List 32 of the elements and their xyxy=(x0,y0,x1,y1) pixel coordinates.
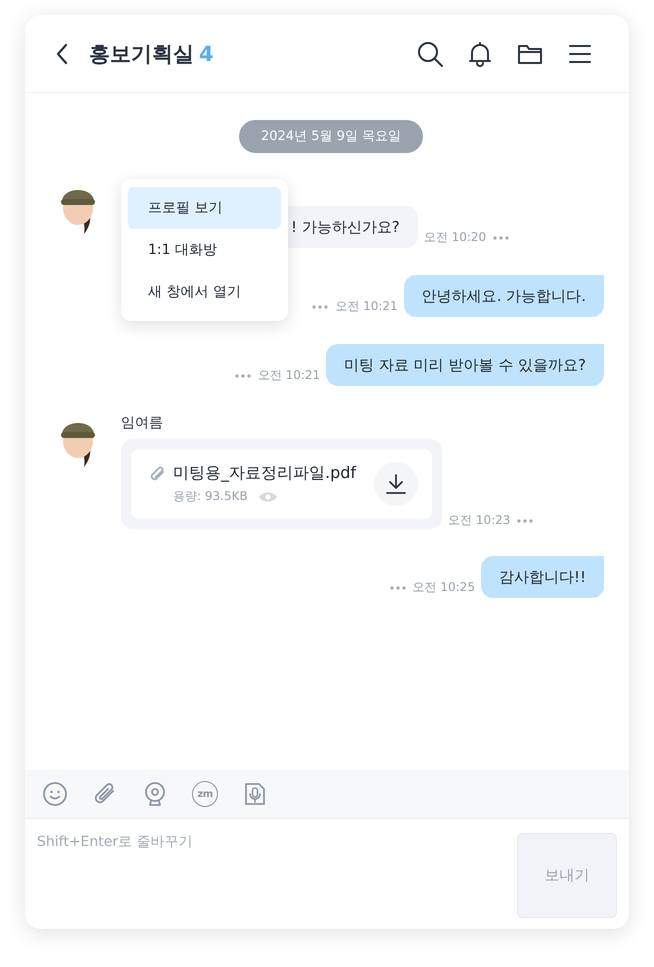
search-icon[interactable] xyxy=(416,40,444,68)
menu-item[interactable]: 프로필 보기 xyxy=(128,187,281,229)
webcam-icon[interactable] xyxy=(142,781,168,807)
message-bubble: 감사합니다!! xyxy=(480,556,604,598)
bell-icon[interactable] xyxy=(466,40,494,68)
menu-item[interactable]: 새 창에서 열기 xyxy=(128,271,281,313)
preview-icon[interactable] xyxy=(258,490,278,502)
more-icon[interactable] xyxy=(311,304,330,310)
more-icon[interactable] xyxy=(492,235,510,241)
sender-name: 임여름 xyxy=(121,414,164,433)
message-input[interactable]: Shift+Enter로 줄바꾸기 xyxy=(37,833,507,917)
member-count: 4 xyxy=(199,42,214,66)
message-time: 오전 10:23 xyxy=(448,512,510,529)
message-time: 오전 10:20 xyxy=(424,229,486,246)
message-bubble: 미팅 자료 미리 받아볼 수 있을까요? xyxy=(326,344,604,386)
message-time: 오전 10:25 xyxy=(412,579,475,596)
message-time: 오전 10:21 xyxy=(335,298,398,315)
download-button[interactable] xyxy=(374,462,418,506)
download-icon[interactable] xyxy=(384,472,408,496)
file-attachment[interactable]: 미팅용_자료정리파일.pdf 용량: 93.5KB xyxy=(131,449,432,519)
file-name: 미팅용_자료정리파일.pdf xyxy=(173,463,356,484)
more-icon[interactable] xyxy=(234,373,252,379)
message-time: 오전 10:21 xyxy=(258,367,320,384)
message-bubble: 안녕하세요. 가능합니다. xyxy=(404,275,604,317)
more-icon[interactable] xyxy=(516,518,534,524)
date-divider: 2024년 5월 9일 목요일 xyxy=(238,120,424,153)
voice-file-icon[interactable] xyxy=(242,781,268,807)
more-icon[interactable] xyxy=(388,585,407,591)
back-icon[interactable] xyxy=(55,42,69,66)
room-title: 홍보기획실 xyxy=(89,40,194,68)
emoji-icon[interactable] xyxy=(42,781,68,807)
file-size: 용량: 93.5KB xyxy=(173,488,248,505)
